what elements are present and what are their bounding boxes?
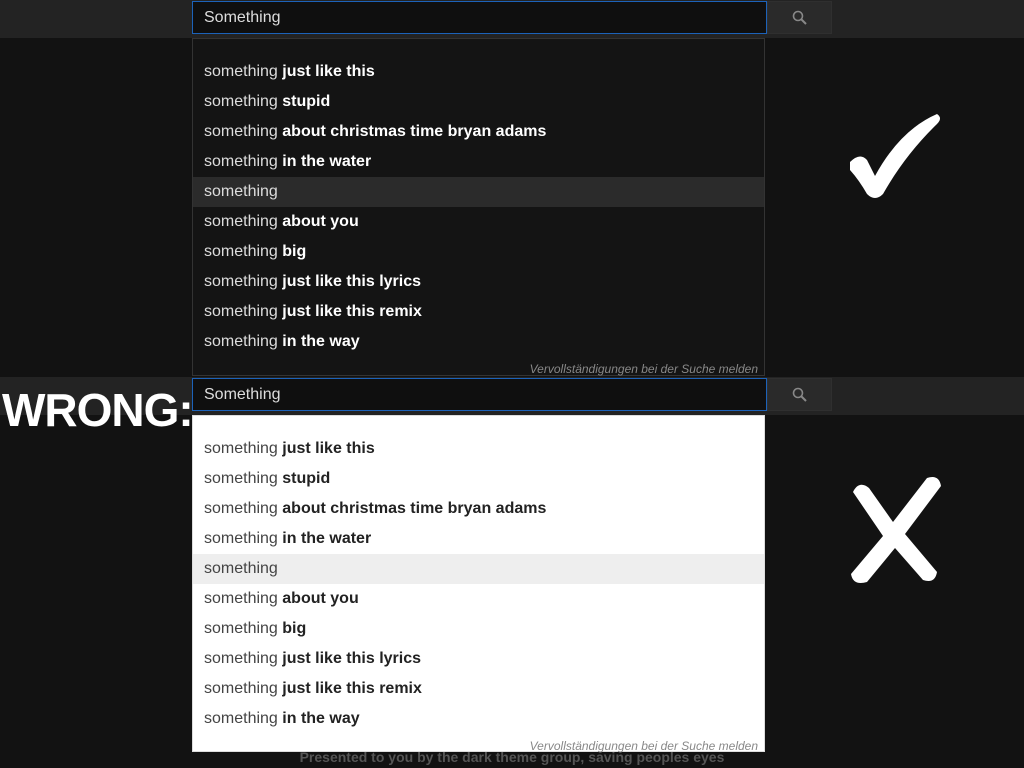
suggestion-item[interactable]: something just like this remix [193, 297, 764, 327]
suggestion-prefix: something [204, 153, 278, 170]
suggestion-item[interactable]: something just like this [193, 57, 764, 87]
suggestion-prefix: something [204, 710, 278, 727]
suggestion-item[interactable]: something big [193, 614, 764, 644]
suggestion-item[interactable]: something about you [193, 207, 764, 237]
suggestion-prefix: something [204, 303, 278, 320]
suggestion-prefix: something [204, 590, 278, 607]
footer-credit: Presented to you by the dark theme group… [299, 749, 725, 765]
suggestion-item[interactable]: something in the water [193, 147, 764, 177]
suggestion-completion: just like this lyrics [277, 273, 421, 290]
cross-icon [851, 477, 941, 583]
checkmark-icon [850, 114, 940, 198]
suggestion-completion: in the way [277, 333, 360, 350]
suggestion-completion: just like this remix [277, 303, 422, 320]
suggestion-item[interactable]: something in the way [193, 704, 764, 734]
suggestion-prefix: something [204, 63, 278, 80]
suggestion-prefix: something [204, 470, 278, 487]
suggestion-completion: just like this remix [277, 680, 422, 697]
suggestion-completion: about christmas time bryan adams [277, 123, 547, 140]
search-input-light-example[interactable]: Something [192, 378, 767, 411]
suggestion-item[interactable]: something about you [193, 584, 764, 614]
suggestion-prefix: something [204, 273, 278, 290]
search-icon [792, 10, 807, 25]
suggestion-completion: about you [277, 213, 359, 230]
suggestion-item[interactable]: something about christmas time bryan ada… [193, 494, 764, 524]
suggestion-prefix: something [204, 440, 278, 457]
suggestion-item[interactable]: something [193, 177, 764, 207]
search-icon [792, 387, 807, 402]
suggestion-completion: big [277, 243, 307, 260]
suggestion-prefix: something [204, 183, 278, 200]
suggestion-item[interactable]: something stupid [193, 87, 764, 117]
suggestion-completion: about christmas time bryan adams [277, 500, 547, 517]
suggestion-item[interactable]: something in the way [193, 327, 764, 357]
suggestion-completion: in the way [277, 710, 360, 727]
suggestion-prefix: something [204, 680, 278, 697]
suggestion-completion: big [277, 620, 307, 637]
suggestion-item[interactable]: something in the water [193, 524, 764, 554]
wrong-label: WRONG: [2, 384, 194, 436]
suggestion-completion: just like this lyrics [277, 650, 421, 667]
suggestion-prefix: something [204, 560, 278, 577]
search-input-dark[interactable]: Something [192, 1, 767, 34]
suggestions-dropdown-light: something just like this something stupid… [192, 415, 765, 753]
suggestion-completion: stupid [277, 470, 331, 487]
suggestion-prefix: something [204, 650, 278, 667]
suggestion-completion: about you [277, 590, 359, 607]
suggestion-prefix: something [204, 213, 278, 230]
suggestion-item[interactable]: something [193, 554, 764, 584]
suggestions-dropdown-dark: something just like this something stupid… [192, 38, 765, 376]
suggestion-completion: in the water [277, 530, 372, 547]
suggestion-item[interactable]: something stupid [193, 464, 764, 494]
suggestion-prefix: something [204, 500, 278, 517]
suggestion-prefix: something [204, 123, 278, 140]
suggestion-item[interactable]: something just like this lyrics [193, 267, 764, 297]
suggestion-item[interactable]: something just like this remix [193, 674, 764, 704]
suggestion-prefix: something [204, 333, 278, 350]
suggestion-item[interactable]: something big [193, 237, 764, 267]
suggestion-prefix: something [204, 243, 278, 260]
suggestion-item[interactable]: something just like this lyrics [193, 644, 764, 674]
suggestion-prefix: something [204, 530, 278, 547]
search-button-light-example[interactable] [767, 378, 832, 411]
suggestion-item[interactable]: something just like this [193, 434, 764, 464]
suggestion-prefix: something [204, 620, 278, 637]
suggestion-item[interactable]: something about christmas time bryan ada… [193, 117, 764, 147]
report-predictions-link[interactable]: Vervollständigungen bei der Suche melden [193, 357, 764, 379]
search-button-dark[interactable] [767, 1, 832, 34]
suggestion-completion: in the water [277, 153, 372, 170]
suggestion-completion: just like this [277, 440, 375, 457]
suggestion-completion: stupid [277, 93, 331, 110]
suggestion-prefix: something [204, 93, 278, 110]
suggestion-completion: just like this [277, 63, 375, 80]
